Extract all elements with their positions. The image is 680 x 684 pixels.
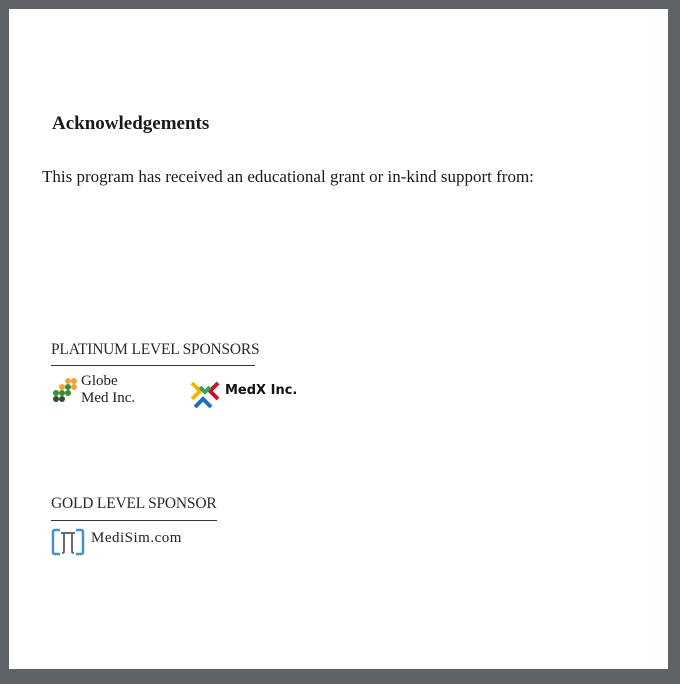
medx-name: MedX Inc. bbox=[225, 382, 298, 398]
gold-section-divider bbox=[51, 520, 217, 521]
page-title: Acknowledgements bbox=[52, 113, 210, 134]
intro-text: This program has received an educational… bbox=[42, 167, 534, 186]
sponsor-globe-med: Globe Med Inc. bbox=[51, 373, 135, 407]
gold-section-title: GOLD LEVEL SPONSOR bbox=[51, 495, 217, 512]
sponsor-medisim: MediSim.com bbox=[51, 527, 182, 557]
medisim-brackets-icon bbox=[51, 528, 85, 556]
platinum-section-title: PLATINUM LEVEL SPONSORS bbox=[51, 341, 260, 358]
globe-med-name-line2: Med Inc. bbox=[81, 390, 136, 406]
globe-med-name-line1: Globe bbox=[81, 373, 118, 389]
globe-med-dots-icon bbox=[53, 378, 77, 402]
document-page: Acknowledgements This program has receiv… bbox=[9, 9, 668, 669]
medx-chevrons-icon bbox=[190, 381, 220, 409]
sponsor-medx: MedX Inc. bbox=[189, 379, 297, 411]
platinum-section-divider bbox=[51, 365, 255, 366]
medisim-name: MediSim.com bbox=[91, 529, 182, 546]
globe-med-name: Globe Med Inc. bbox=[81, 373, 135, 407]
